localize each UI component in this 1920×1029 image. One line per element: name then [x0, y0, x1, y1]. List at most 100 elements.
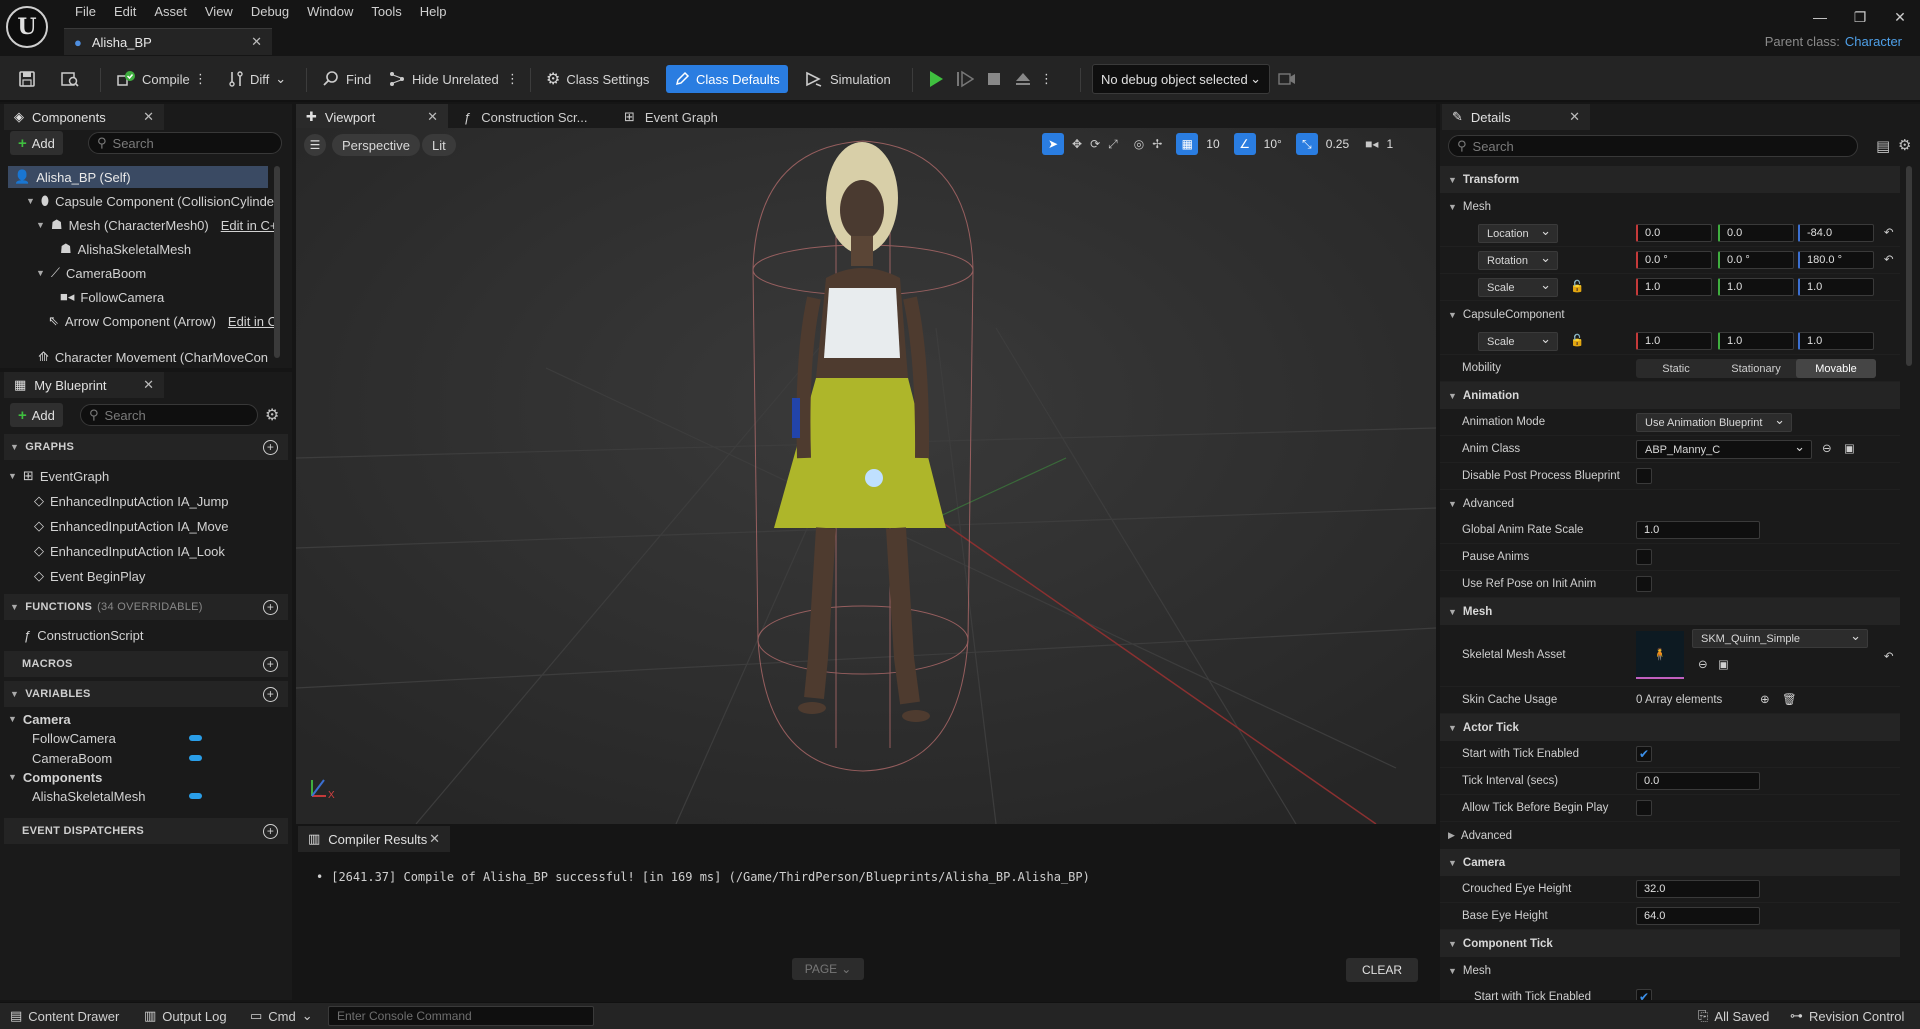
scale-dropdown[interactable]: Scale [1478, 277, 1558, 297]
my-blueprint-tab[interactable]: ▦ My Blueprint ✕ [4, 372, 164, 398]
location-x-input[interactable]: 0.0 [1636, 224, 1712, 242]
add-graph-icon[interactable]: + [263, 439, 278, 455]
location-dropdown[interactable]: Location [1478, 223, 1558, 243]
components-search-input[interactable]: ⚲ Search [88, 132, 282, 154]
menu-window[interactable]: Window [298, 2, 362, 21]
scale-y-input[interactable]: 1.0 [1718, 332, 1794, 350]
anim-class-dropdown[interactable]: ABP_Manny_C [1636, 439, 1812, 459]
lock-icon[interactable]: 🔓 [1570, 333, 1584, 347]
find-button[interactable]: Find [314, 65, 379, 93]
settings-gear-icon[interactable]: ⚙ [1898, 136, 1911, 154]
lit-button[interactable]: Lit [422, 134, 456, 156]
hide-unrelated-options-icon[interactable]: ⋮ [502, 65, 523, 93]
variable-item[interactable]: AlishaSkeletalMesh [32, 785, 202, 807]
disable-ppb-checkbox[interactable] [1636, 468, 1652, 484]
use-selected-icon[interactable]: ⊖ [1822, 441, 1832, 455]
clear-button[interactable]: CLEAR [1346, 958, 1418, 982]
component-item-arrow[interactable]: ⇖ Arrow Component (Arrow) Edit in C [48, 310, 277, 332]
mobility-static[interactable]: Static [1636, 359, 1716, 378]
variable-item[interactable]: FollowCamera [32, 727, 202, 749]
save-button[interactable] [10, 65, 44, 93]
diff-button[interactable]: Diff ⌄ [220, 65, 294, 93]
global-rate-input[interactable]: 1.0 [1636, 521, 1760, 539]
scale-z-input[interactable]: 1.0 [1798, 278, 1874, 296]
subsection-mesh[interactable]: ▼ Mesh [1440, 193, 1900, 220]
reset-icon[interactable]: ↶ [1884, 225, 1894, 239]
scale-z-input[interactable]: 1.0 [1798, 332, 1874, 350]
play-options-icon[interactable]: ⋮ [1036, 65, 1057, 93]
table-view-icon[interactable]: ▤ [1876, 137, 1890, 155]
start-tick-checkbox[interactable]: ✔ [1636, 746, 1652, 762]
mobility-movable[interactable]: Movable [1796, 359, 1876, 378]
subsection-ct-mesh[interactable]: ▼ Mesh [1440, 957, 1900, 984]
construction-script-item[interactable]: ƒ ConstructionScript [24, 624, 143, 646]
menu-file[interactable]: File [66, 2, 105, 21]
close-tab-icon[interactable]: ✕ [429, 831, 440, 847]
settings-gear-icon[interactable]: ⚙ [265, 405, 279, 425]
compile-options-icon[interactable]: ⋮ [190, 65, 211, 93]
compile-button[interactable]: Compile [108, 65, 198, 93]
trash-icon[interactable]: 🗑 [1782, 692, 1797, 706]
cmd-dropdown[interactable]: ▭ Cmd ⌄ [250, 1008, 313, 1024]
ref-pose-checkbox[interactable] [1636, 576, 1652, 592]
section-camera[interactable]: ▼ Camera [1440, 849, 1900, 876]
close-tab-icon[interactable]: ✕ [143, 109, 154, 125]
functions-section-header[interactable]: ▼ FUNCTIONS (34 OVERRIDABLE) + [4, 594, 288, 620]
class-defaults-button[interactable]: Class Defaults [666, 65, 788, 93]
tick-interval-input[interactable]: 0.0 [1636, 772, 1760, 790]
collapse-arrow-icon[interactable]: ▼ [8, 714, 17, 724]
scale-icon[interactable]: ⤢ [1108, 137, 1118, 152]
surface-snap-icon[interactable]: ✢ [1152, 137, 1162, 151]
collapse-arrow-icon[interactable]: ▼ [8, 471, 17, 481]
scale-y-input[interactable]: 1.0 [1718, 278, 1794, 296]
page-dropdown[interactable]: PAGE ⌄ [792, 958, 864, 980]
rotation-y-input[interactable]: 0.0 ° [1718, 251, 1794, 269]
section-transform[interactable]: ▼ Transform [1440, 166, 1900, 193]
content-drawer-button[interactable]: ▤ Content Drawer [10, 1008, 119, 1024]
blueprint-search-input[interactable]: ⚲ Search [80, 404, 258, 426]
skeletal-mesh-dropdown[interactable]: SKM_Quinn_Simple [1692, 628, 1868, 648]
camera-speed-icon[interactable]: ■◂ [1365, 137, 1378, 151]
menu-edit[interactable]: Edit [105, 2, 145, 21]
collapse-arrow-icon[interactable]: ▼ [36, 220, 45, 230]
rotation-z-input[interactable]: 180.0 ° [1798, 251, 1874, 269]
component-item-alisha-mesh[interactable]: ☗ AlishaSkeletalMesh [60, 238, 191, 260]
translate-icon[interactable]: ✥ [1072, 137, 1082, 151]
add-member-button[interactable]: + Add [10, 403, 63, 427]
mesh-thumbnail[interactable]: 🧍 [1636, 631, 1684, 679]
scrollbar[interactable] [1906, 166, 1912, 366]
edit-in-cpp-link[interactable]: Edit in C+ [221, 218, 278, 233]
step-button[interactable] [950, 65, 980, 93]
allow-tick-checkbox[interactable] [1636, 800, 1652, 816]
simulation-button[interactable]: Simulation [796, 65, 899, 93]
event-item[interactable]: ◇ EnhancedInputAction IA_Move [34, 515, 229, 537]
location-z-input[interactable]: -84.0 [1798, 224, 1874, 242]
document-tab[interactable]: ● Alisha_BP ✕ [64, 28, 272, 55]
stop-button[interactable] [980, 65, 1008, 93]
add-element-icon[interactable]: ⊕ [1760, 692, 1770, 706]
component-item-self[interactable]: 👤 Alisha_BP (Self) [8, 166, 268, 188]
crouched-eye-input[interactable]: 32.0 [1636, 880, 1760, 898]
base-eye-input[interactable]: 64.0 [1636, 907, 1760, 925]
menu-debug[interactable]: Debug [242, 2, 298, 21]
add-component-button[interactable]: + Add [10, 131, 63, 155]
play-button[interactable] [922, 65, 950, 93]
collapse-arrow-icon[interactable]: ▼ [26, 196, 35, 206]
component-item-mesh[interactable]: ▼ ☗ Mesh (CharacterMesh0) Edit in C+ [36, 214, 277, 236]
component-item-capsule[interactable]: ▼ ⬮ Capsule Component (CollisionCylinde [26, 190, 274, 212]
rotation-snap-value[interactable]: 10° [1264, 137, 1282, 151]
collapse-arrow-icon[interactable]: ▼ [8, 772, 17, 782]
tab-viewport[interactable]: ✚ Viewport ✕ [296, 104, 448, 130]
scale-snap-icon[interactable]: ⤡ [1295, 133, 1318, 155]
anim-mode-dropdown[interactable]: Use Animation Blueprint [1636, 412, 1792, 432]
camera-speed-value[interactable]: 1 [1386, 137, 1393, 151]
parent-class-link[interactable]: Character [1845, 34, 1902, 49]
hide-unrelated-button[interactable]: Hide Unrelated [380, 65, 507, 93]
scale-snap-value[interactable]: 0.25 [1326, 137, 1349, 151]
class-settings-button[interactable]: ⚙ Class Settings [538, 65, 657, 93]
scrollbar[interactable] [274, 166, 280, 358]
menu-tools[interactable]: Tools [362, 2, 410, 21]
debug-object-dropdown[interactable]: No debug object selected ⌄ [1092, 64, 1270, 94]
close-tab-icon[interactable]: ✕ [143, 377, 154, 393]
debug-filter-button[interactable] [1272, 65, 1302, 93]
